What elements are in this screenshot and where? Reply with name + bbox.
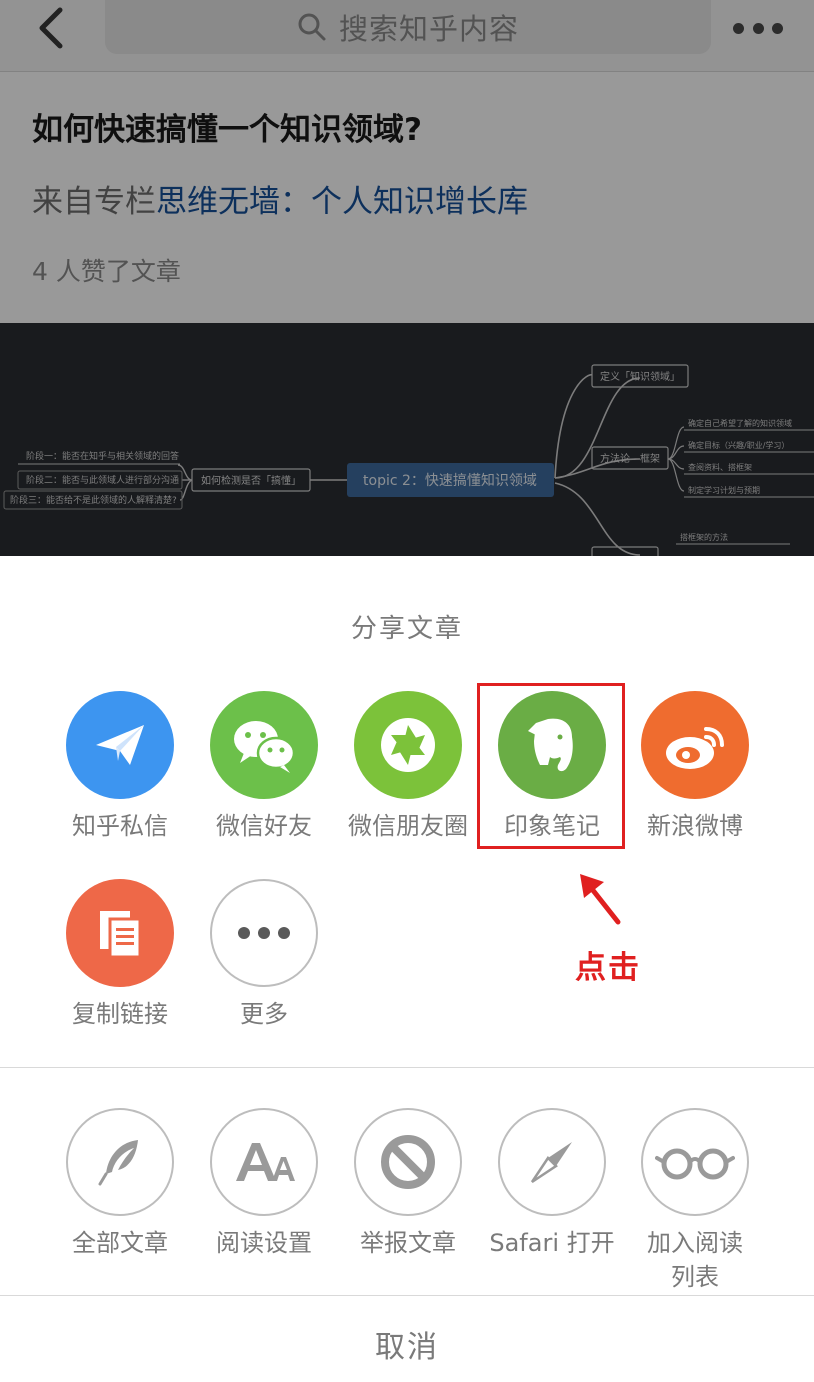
paper-plane-icon (66, 691, 174, 799)
compass-icon (498, 1108, 606, 1216)
feather-icon (66, 1108, 174, 1216)
share-label: 知乎私信 (72, 812, 168, 840)
annotation-label: 点击 (575, 950, 641, 986)
action-label: 加入阅读 列表 (623, 1226, 767, 1294)
share-weibo[interactable]: 新浪微博 (623, 691, 767, 843)
action-label: Safari 打开 (489, 1229, 615, 1257)
share-wechat-moments[interactable]: 微信朋友圈 (336, 691, 480, 843)
cancel-button[interactable]: 取消 (0, 1296, 814, 1382)
no-entry-icon (354, 1108, 462, 1216)
aperture-icon (354, 691, 462, 799)
share-zhihu-message[interactable]: 知乎私信 (48, 691, 192, 843)
share-label: 微信好友 (216, 812, 312, 840)
action-open-in-safari[interactable]: Safari 打开 (480, 1108, 624, 1260)
share-label: 新浪微博 (647, 812, 743, 840)
share-label: 更多 (240, 1000, 288, 1028)
font-size-icon (210, 1108, 318, 1216)
weibo-icon (641, 691, 749, 799)
share-label: 复制链接 (72, 1000, 168, 1028)
action-label: 举报文章 (360, 1229, 456, 1257)
share-wechat-friend[interactable]: 微信好友 (192, 691, 336, 843)
action-all-articles[interactable]: 全部文章 (48, 1108, 192, 1260)
share-more[interactable]: 更多 (192, 879, 336, 1031)
more-dots-icon (210, 879, 318, 987)
article-page: 搜索知乎内容 如何快速搞懂一个知识领域? 来自专栏思维无墙：个人知识增长库 4 … (0, 0, 814, 556)
copy-document-icon (66, 879, 174, 987)
action-label-line: 列表 (671, 1263, 719, 1291)
modal-overlay[interactable] (0, 0, 814, 556)
highlight-box (477, 683, 625, 849)
share-sheet: 分享文章 知乎私信 微信好友 微信朋友圈 印象笔记 新浪微博 复制链接 更多 全… (0, 556, 814, 1382)
glasses-icon (641, 1108, 749, 1216)
share-label: 微信朋友圈 (348, 812, 468, 840)
share-sheet-title: 分享文章 (350, 614, 463, 644)
action-reading-settings[interactable]: 阅读设置 (192, 1108, 336, 1260)
action-label: 阅读设置 (216, 1229, 312, 1257)
divider (0, 1067, 814, 1068)
arrow-up-left-icon (580, 874, 621, 925)
action-add-reading-list[interactable]: 加入阅读 列表 (623, 1108, 767, 1294)
share-copy-link[interactable]: 复制链接 (48, 879, 192, 1031)
action-report-article[interactable]: 举报文章 (336, 1108, 480, 1260)
wechat-icon (210, 691, 318, 799)
action-label-line: 加入阅读 (647, 1229, 743, 1257)
action-label: 全部文章 (72, 1229, 168, 1257)
